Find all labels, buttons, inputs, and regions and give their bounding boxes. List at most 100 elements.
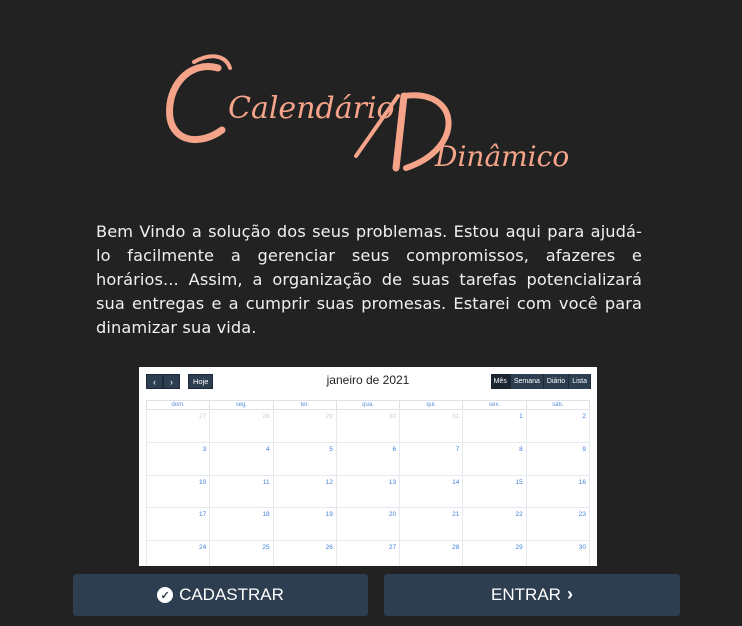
day-number: 30	[388, 413, 397, 420]
day-number: 31	[452, 413, 460, 420]
day-cell[interactable]: 11	[209, 475, 272, 508]
day-number: 6	[392, 445, 397, 453]
day-cell[interactable]: 29	[272, 410, 336, 442]
day-cell[interactable]: 22	[462, 508, 525, 541]
day-number: 3	[202, 445, 207, 453]
chevron-right-icon: ›	[566, 584, 573, 604]
day-cell[interactable]: 8	[462, 442, 525, 475]
logo-word-2: Dinâmico	[434, 140, 569, 173]
day-number: 4	[265, 445, 270, 453]
day-number: 16	[578, 478, 586, 486]
view-button-2[interactable]: Diário	[543, 374, 570, 389]
day-cell[interactable]: 28	[209, 410, 272, 442]
calendar-preview: ‹ › Hoje janeiro de 2021 Mês Semana Diário…	[139, 367, 597, 566]
day-cell[interactable]: 31	[399, 410, 462, 442]
day-number: 8	[519, 445, 523, 453]
register-button[interactable]: ✓ CADASTRAR	[73, 574, 368, 616]
day-cell[interactable]: 3	[146, 442, 209, 475]
day-number: 24	[199, 544, 207, 552]
day-cell[interactable]: 15	[462, 475, 525, 508]
weekday-header: dom. seg. ter. qua. qui. sex. sáb.	[146, 400, 590, 410]
day-cell[interactable]: 17	[146, 508, 209, 541]
weekday-label: dom.	[146, 401, 209, 409]
check-circle-icon: ✓	[157, 587, 174, 603]
day-cell[interactable]: 13	[335, 475, 399, 508]
calendar-toolbar: ‹ › Hoje janeiro de 2021 Mês Semana Diário…	[139, 367, 597, 397]
week-row: 27 28 29 30 31 1 2	[146, 410, 590, 443]
weekday-label: seg.	[209, 401, 272, 409]
day-number: 29	[325, 413, 333, 420]
day-number: 7	[455, 445, 460, 453]
day-cell[interactable]: 30	[525, 541, 590, 566]
day-cell[interactable]: 21	[399, 508, 462, 541]
day-cell[interactable]: 25	[209, 541, 272, 566]
day-number: 11	[262, 478, 270, 486]
view-button-0[interactable]: Mês	[490, 374, 511, 389]
day-cell[interactable]: 28	[399, 541, 462, 566]
month-grid: dom. seg. ter. qua. qui. sex. sáb. 27 28 29 30 31 1…	[146, 400, 590, 566]
view-switcher: Mês Semana Diário Lista	[490, 374, 591, 389]
weekday-label: sáb.	[525, 401, 590, 409]
day-number: 27	[199, 413, 207, 420]
day-cell[interactable]: 27	[335, 541, 399, 566]
day-number: 27	[388, 544, 397, 552]
day-number: 26	[325, 544, 333, 552]
intro-paragraph: Bem Vindo a solução dos seus problemas. …	[96, 222, 642, 337]
register-label: CADASTRAR	[179, 585, 284, 604]
day-number: 17	[199, 511, 207, 519]
day-cell[interactable]: 7	[399, 442, 462, 475]
day-cell[interactable]: 2	[525, 410, 590, 442]
day-number: 21	[452, 511, 460, 519]
day-number: 30	[578, 544, 586, 552]
day-number: 13	[388, 478, 397, 486]
enter-button[interactable]: ENTRAR ›	[384, 574, 680, 616]
day-cell[interactable]: 9	[525, 442, 590, 475]
week-row: 3 4 5 6 7 8 9	[146, 442, 590, 476]
enter-label: ENTRAR	[491, 585, 561, 604]
day-cell[interactable]: 19	[272, 508, 336, 541]
day-number: 28	[262, 413, 270, 420]
day-cell[interactable]: 30	[335, 410, 399, 442]
day-cell[interactable]: 26	[272, 541, 336, 566]
day-cell[interactable]: 1	[462, 410, 525, 442]
day-number: 10	[199, 478, 207, 486]
day-cell[interactable]: 24	[146, 541, 209, 566]
day-number: 9	[582, 445, 586, 453]
day-cell[interactable]: 20	[335, 508, 399, 541]
view-button-3[interactable]: Lista	[569, 374, 591, 389]
week-row: 24 25 26 27 28 29 30	[146, 541, 590, 566]
day-cell[interactable]: 18	[209, 508, 272, 541]
view-button-1[interactable]: Semana	[510, 374, 544, 389]
day-number: 29	[515, 544, 523, 552]
day-cell[interactable]: 6	[335, 442, 399, 475]
day-number: 20	[388, 511, 397, 519]
day-cell[interactable]: 4	[209, 442, 272, 475]
weekday-label: ter.	[272, 401, 336, 409]
day-cell[interactable]: 29	[462, 541, 525, 566]
day-cell[interactable]: 5	[272, 442, 336, 475]
day-number: 19	[325, 511, 333, 519]
logo-word-1: Calendário	[228, 91, 395, 126]
day-number: 5	[329, 445, 333, 453]
day-number: 28	[452, 544, 460, 552]
app-logo: Calendário Dinâmico	[160, 38, 580, 188]
logo-graphic: Calendário Dinâmico	[166, 54, 569, 173]
weekday-label: qui.	[399, 401, 462, 409]
day-number: 23	[578, 511, 586, 519]
day-number: 2	[582, 413, 586, 420]
day-cell[interactable]: 16	[525, 475, 590, 508]
day-cell[interactable]: 12	[272, 475, 336, 508]
day-number: 25	[262, 544, 270, 552]
weeks-container: 27 28 29 30 31 1 2 3 4 5 6 7 8 9 10 11 12 13 14 15 16 17 18 19 2…	[146, 410, 590, 566]
weekday-label: qua.	[335, 401, 399, 409]
week-row: 17 18 19 20 21 22 23	[146, 508, 590, 542]
day-cell[interactable]: 23	[525, 508, 590, 541]
day-number: 15	[515, 478, 523, 486]
day-number: 22	[515, 511, 523, 519]
day-cell[interactable]: 27	[146, 410, 209, 442]
day-number: 1	[519, 413, 523, 420]
day-number: 12	[325, 478, 333, 486]
day-cell[interactable]: 10	[146, 475, 209, 508]
day-cell[interactable]: 14	[399, 475, 462, 508]
day-number: 14	[452, 478, 460, 486]
